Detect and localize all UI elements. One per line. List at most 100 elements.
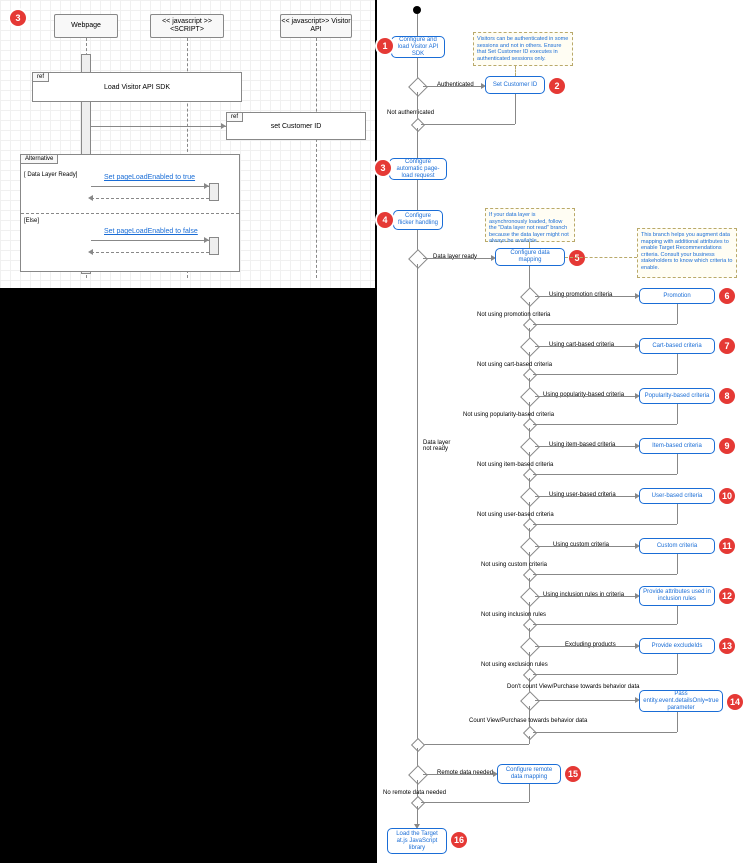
edge xyxy=(423,86,483,87)
arrow xyxy=(91,126,226,127)
edge xyxy=(677,654,678,674)
node-item-criteria[interactable]: Item-based criteria xyxy=(639,438,715,454)
edge xyxy=(677,554,678,574)
node-popularity-criteria[interactable]: Popularity-based criteria xyxy=(639,388,715,404)
ref-title: set Customer ID xyxy=(227,113,365,139)
msg-set-true[interactable]: Set pageLoadEnabled to true xyxy=(104,174,195,181)
edge xyxy=(533,474,677,475)
edge xyxy=(533,374,677,375)
edge xyxy=(533,732,677,733)
node-configure-flicker[interactable]: Configure flicker handling xyxy=(393,210,443,230)
edge xyxy=(417,92,418,120)
start-node xyxy=(413,6,421,14)
decision-authenticated xyxy=(408,77,428,97)
edge xyxy=(423,774,495,775)
label-not-using-promotion: Not using promotion criteria xyxy=(477,312,550,318)
edge xyxy=(535,700,637,701)
badge-10: 10 xyxy=(719,488,735,504)
label-not-using-custom: Not using custom criteria xyxy=(481,562,547,568)
merge-node xyxy=(523,368,537,382)
label-using-inclusion: Using inclusion rules in criteria xyxy=(543,592,624,598)
label-no-remote-data: No remote data needed xyxy=(383,790,446,796)
label-authenticated: Authenticated xyxy=(437,82,474,88)
edge xyxy=(515,94,516,124)
node-load-atjs[interactable]: Load the Target at.js JavaScript library xyxy=(387,828,447,854)
guard-else: [Else] xyxy=(24,218,39,224)
edge xyxy=(417,180,418,210)
decision-inclusion xyxy=(520,587,540,607)
edge xyxy=(677,606,678,624)
badge-15: 15 xyxy=(565,766,581,782)
merge-node xyxy=(523,618,537,632)
badge-16: 16 xyxy=(451,832,467,848)
node-configure-remote-mapping[interactable]: Configure remote data mapping xyxy=(497,764,561,784)
decision-cart xyxy=(520,337,540,357)
badge-8: 8 xyxy=(719,388,735,404)
badge-11: 11 xyxy=(719,538,735,554)
edge xyxy=(677,404,678,424)
edge xyxy=(535,396,637,397)
node-configure-data-mapping[interactable]: Configure data mapping xyxy=(495,248,565,266)
badge-13: 13 xyxy=(719,638,735,654)
edge xyxy=(417,264,418,744)
edge xyxy=(535,346,637,347)
label-not-using-cart: Not using cart-based criteria xyxy=(477,362,552,368)
edge xyxy=(677,712,678,732)
node-configure-autoload[interactable]: Configure automatic page-load request xyxy=(389,158,447,180)
edge xyxy=(529,736,530,744)
edge xyxy=(535,546,637,547)
edge xyxy=(535,446,637,447)
node-custom-criteria[interactable]: Custom criteria xyxy=(639,538,715,554)
node-inclusion-attrs[interactable]: Provide attributes used in inclusion rul… xyxy=(639,586,715,606)
node-promotion[interactable]: Promotion xyxy=(639,288,715,304)
edge xyxy=(533,574,677,575)
arrow xyxy=(91,240,209,241)
merge-node xyxy=(523,418,537,432)
badge-7: 7 xyxy=(719,338,735,354)
msg-set-false[interactable]: Set pageLoadEnabled to false xyxy=(104,228,198,235)
return-arrow xyxy=(91,252,209,253)
note-connector xyxy=(529,242,530,248)
lifeline-webpage: Webpage xyxy=(54,14,118,38)
merge-node xyxy=(411,796,425,810)
arrow xyxy=(91,186,209,187)
node-details-only[interactable]: Pass entity.event.detailsOnly=true param… xyxy=(639,690,723,712)
decision-item xyxy=(520,437,540,457)
label-count: Count View/Purchase towards behavior dat… xyxy=(469,718,587,724)
sequence-diagram: Webpage << javascript >> <SCRIPT> << jav… xyxy=(0,0,375,288)
edge xyxy=(677,504,678,524)
edge xyxy=(533,674,677,675)
label-using-cart: Using cart-based criteria xyxy=(549,342,614,348)
decision-promotion xyxy=(520,287,540,307)
edge xyxy=(533,524,677,525)
label-using-promotion: Using promotion criteria xyxy=(549,292,612,298)
label-not-using-inclusion: Not using inclusion rules xyxy=(481,612,546,618)
badge-3: 3 xyxy=(375,160,391,176)
badge-9: 9 xyxy=(719,438,735,454)
label-dont-count: Don't count View/Purchase towards behavi… xyxy=(507,684,639,690)
decision-user xyxy=(520,487,540,507)
merge-node xyxy=(523,668,537,682)
note-async: If your data layer is asynchronously loa… xyxy=(485,208,575,242)
edge xyxy=(535,596,637,597)
alt-divider xyxy=(21,213,239,214)
label-using-custom: Using custom criteria xyxy=(553,542,609,548)
badge-1: 1 xyxy=(377,38,393,54)
node-exclude-ids[interactable]: Provide excludeIds xyxy=(639,638,715,654)
edge xyxy=(677,354,678,374)
merge-node xyxy=(523,568,537,582)
edge xyxy=(535,496,637,497)
node-cart-criteria[interactable]: Cart-based criteria xyxy=(639,338,715,354)
edge xyxy=(417,128,418,158)
decision-popularity xyxy=(520,387,540,407)
node-user-criteria[interactable]: User-based criteria xyxy=(639,488,715,504)
decision-remote-data xyxy=(408,765,428,785)
label-not-using-item: Not using item-based criteria xyxy=(477,462,553,468)
arrowhead-icon xyxy=(88,249,93,255)
badge-2: 2 xyxy=(549,78,565,94)
merge-node xyxy=(523,468,537,482)
decision-details-only xyxy=(520,691,540,711)
node-configure-visitor-sdk[interactable]: Configure and load Visitor API SDK xyxy=(391,36,445,58)
node-set-customer-id[interactable]: Set Customer ID xyxy=(485,76,545,94)
ref-frame-load-sdk: ref Load Visitor API SDK xyxy=(32,72,242,102)
